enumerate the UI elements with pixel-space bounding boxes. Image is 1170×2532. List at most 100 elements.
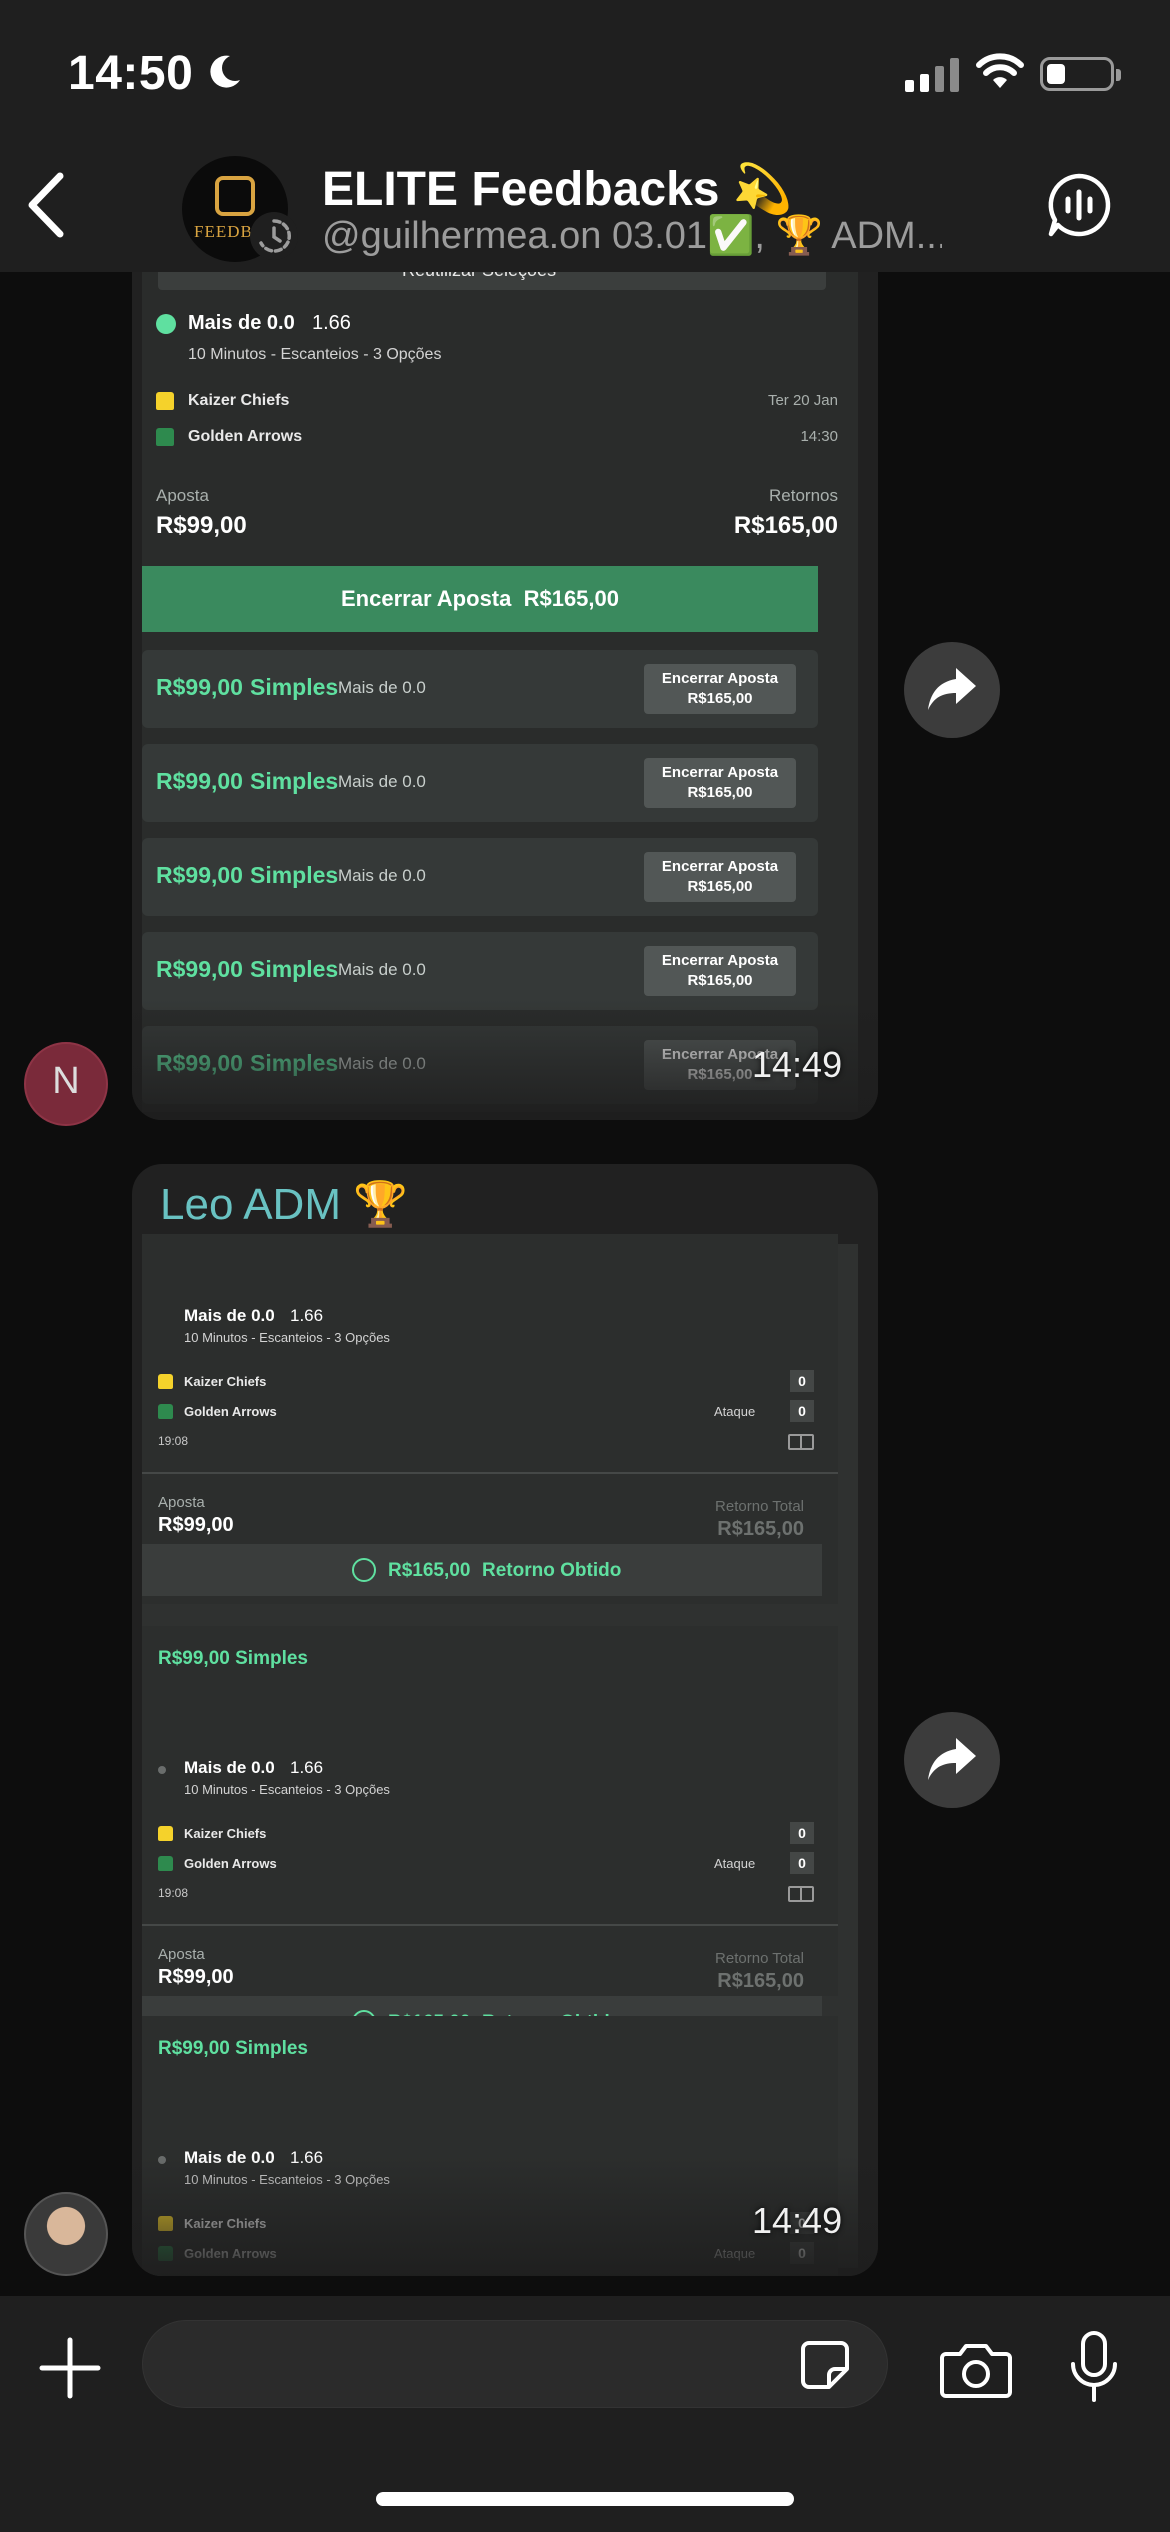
message-list[interactable]: Reutilizar Seleções Mais de 0.0 1.66 10 … [0, 272, 1170, 2296]
chat-subtitle[interactable]: @guilhermea.on 03.01✅, 🏆 ADM... [322, 214, 942, 258]
bet-row: R$99,00 SimplesMais de 0.0 Encerrar Aposta… [142, 744, 818, 822]
forward-arrow-icon [928, 668, 976, 710]
match-date: Ter 20 Jan [767, 392, 838, 409]
team-away: Golden Arrows [188, 428, 303, 445]
team-home: Kaizer Chiefs [188, 392, 290, 409]
selection-name: Mais de 0.0 [184, 1758, 275, 1777]
yellow-shirt-icon [156, 392, 174, 410]
check-icon [156, 314, 176, 334]
score-away: 0 [790, 1852, 814, 1874]
pitch-icon [788, 1886, 814, 1902]
green-shirt-icon [158, 1404, 173, 1419]
stake-value: R$99,00 [156, 512, 247, 539]
pitch-icon [788, 1434, 814, 1450]
cashout-small-button: Encerrar ApostaR$165,00 [644, 664, 796, 714]
message-bubble[interactable]: Leo ADM 🏆 Mais de 0.0 1.66 10 Minutos - Es… [132, 1164, 878, 2276]
result-amount: R$165,00 [388, 1560, 471, 1581]
divider [142, 1472, 838, 1474]
attach-plus-icon[interactable] [38, 2336, 102, 2400]
status-bar: 14:50 [0, 0, 1170, 140]
voice-chat-icon[interactable] [1046, 172, 1112, 238]
bet-amount: R$99,00 [156, 768, 243, 794]
cashout-button: Encerrar Aposta R$165,00 [142, 566, 818, 632]
market-name: 10 Minutos - Escanteios - 3 Opções [184, 1782, 390, 1797]
team-away: Golden Arrows [184, 1856, 277, 1871]
score-home: 0 [790, 1822, 814, 1844]
reuse-selections-button: Reutilizar Seleções [158, 272, 826, 290]
bet-type: Simples [250, 768, 339, 794]
bet-amount: R$99,00 [156, 956, 243, 982]
bet-amount: R$99,00 [156, 862, 243, 888]
cashout-small-button: Encerrar ApostaR$165,00 [644, 758, 796, 808]
forward-arrow-icon [928, 1738, 976, 1780]
bet-heading: R$99,00 Simples [158, 2038, 308, 2059]
stake-value: R$99,00 [158, 1514, 234, 1536]
bet-selection: Mais de 0.0 [338, 866, 426, 885]
bet-type: Simples [250, 862, 339, 888]
microphone-icon[interactable] [1068, 2330, 1120, 2404]
forward-button[interactable] [904, 642, 1000, 738]
pending-status-icon [250, 212, 298, 260]
bet-row: R$99,00 SimplesMais de 0.0 Encerrar Aposta… [142, 650, 818, 728]
bet-selection: Mais de 0.0 [338, 960, 426, 979]
selection-odds: 1.66 [290, 1306, 324, 1325]
sender-avatar[interactable] [24, 2192, 108, 2276]
stake-label: Aposta [158, 1946, 205, 1963]
message-time: 14:49 [752, 1044, 843, 1085]
bet-selection: Mais de 0.0 [338, 678, 426, 697]
bet-result-screenshot[interactable]: Mais de 0.0 1.66 10 Minutos - Escanteios -… [142, 1234, 858, 2276]
green-shirt-icon [158, 1856, 173, 1871]
message-time: 14:49 [752, 2200, 843, 2241]
forward-button[interactable] [904, 1712, 1000, 1808]
stake-value: R$99,00 [158, 1966, 234, 1988]
bullet-icon [158, 1766, 166, 1774]
selection-odds: 1.66 [312, 312, 351, 334]
score-away: 0 [790, 1400, 814, 1422]
green-shirt-icon [156, 428, 174, 446]
return-label: Retorno Total [715, 1498, 804, 1515]
battery-icon [1040, 57, 1121, 91]
result-banner: R$165,00 Retorno Obtido [142, 1544, 822, 1596]
chat-header: FEEDB/ ELITE Feedbacks 💫 @guilhermea.on … [0, 140, 1170, 272]
cellular-signal-icon [905, 56, 959, 92]
bet-heading: R$99,00 Simples [158, 1648, 308, 1669]
selection-name: Mais de 0.0 [184, 1306, 275, 1325]
match-clock: 19:08 [158, 1434, 189, 1448]
bet-row: R$99,00 SimplesMais de 0.0 Encerrar Aposta… [142, 932, 818, 1010]
sender-name[interactable]: Leo ADM 🏆 [160, 1178, 408, 1230]
moon-icon [210, 55, 240, 88]
return-value: R$165,00 [717, 1518, 804, 1540]
bet-type: Simples [250, 956, 339, 982]
stat-label: Ataque [714, 1856, 756, 1871]
bet-selection: Mais de 0.0 [338, 772, 426, 791]
message-input[interactable] [142, 2320, 888, 2408]
chat-title[interactable]: ELITE Feedbacks 💫 [322, 160, 793, 217]
message-bubble[interactable]: Reutilizar Seleções Mais de 0.0 1.66 10 … [132, 272, 878, 1120]
market-name: 10 Minutos - Escanteios - 3 Opções [184, 1330, 390, 1345]
divider [142, 1924, 838, 1926]
bet-type: Simples [250, 674, 339, 700]
home-indicator[interactable] [376, 2492, 794, 2506]
selection-name: Mais de 0.0 [188, 312, 295, 334]
stake-label: Aposta [156, 486, 209, 505]
team-home: Kaizer Chiefs [184, 1374, 267, 1389]
bet-result-card: Mais de 0.0 1.66 10 Minutos - Escanteios -… [142, 1234, 838, 1604]
clock: 14:50 [68, 47, 194, 100]
back-chevron-icon[interactable] [24, 170, 68, 240]
result-label: Retorno Obtido [482, 1560, 622, 1581]
market-name: 10 Minutos - Escanteios - 3 Opções [188, 346, 442, 363]
bet-slip-screenshot[interactable]: Reutilizar Seleções Mais de 0.0 1.66 10 … [142, 272, 858, 1112]
sticker-icon[interactable] [799, 2339, 851, 2391]
score-home: 0 [790, 1370, 814, 1392]
camera-icon[interactable] [940, 2340, 1012, 2398]
wifi-icon [976, 53, 1024, 88]
bet-amount: R$99,00 [156, 674, 243, 700]
team-home: Kaizer Chiefs [184, 1826, 267, 1841]
match-clock: 19:08 [158, 1886, 189, 1900]
cashout-small-button: Encerrar ApostaR$165,00 [644, 852, 796, 902]
feedback-logo-icon [215, 176, 255, 216]
match-time: 14:30 [800, 428, 838, 445]
sender-avatar[interactable]: N [24, 1042, 108, 1126]
selection-odds: 1.66 [290, 1758, 324, 1777]
returns-value: R$165,00 [733, 512, 838, 539]
